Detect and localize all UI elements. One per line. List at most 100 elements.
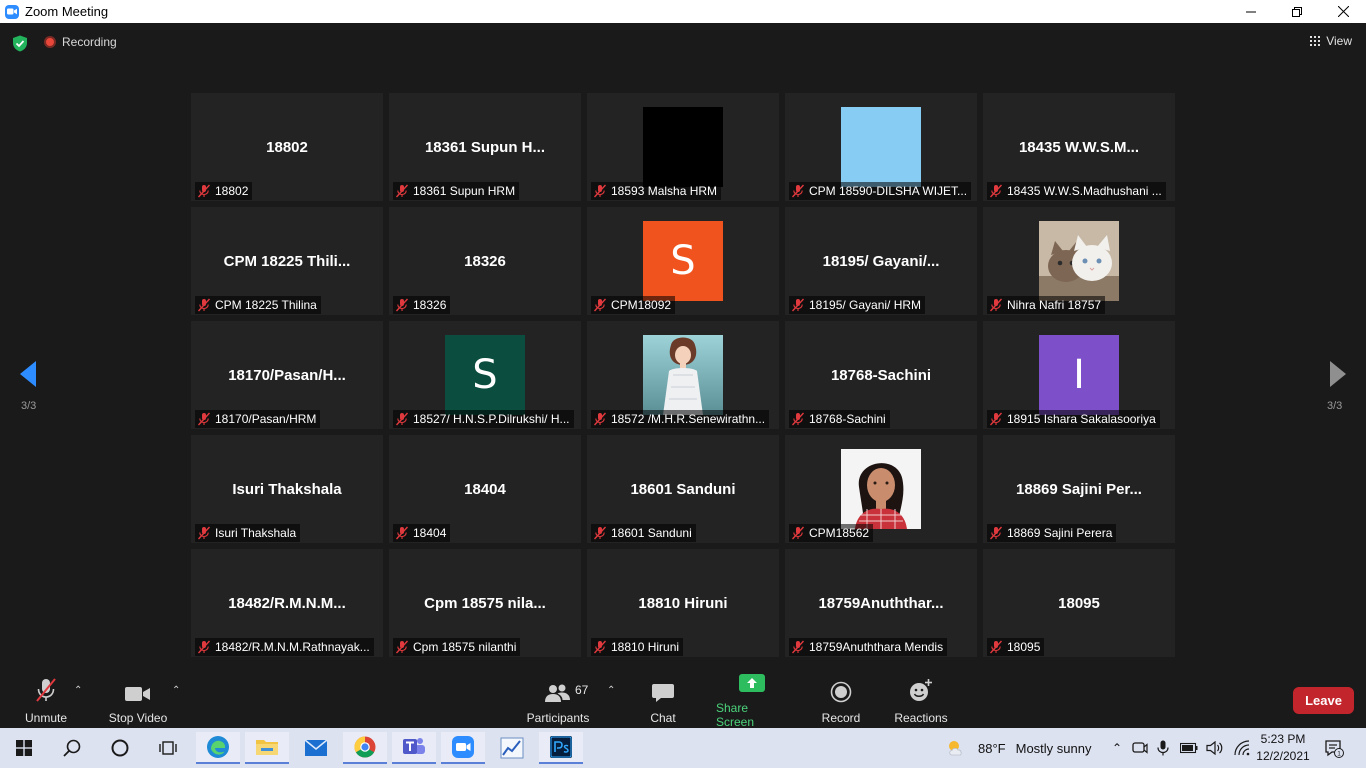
participant-name-label: 18915 Ishara Sakalasooriya bbox=[987, 410, 1160, 428]
taskbar-file-explorer[interactable] bbox=[245, 732, 289, 764]
share-screen-button[interactable]: Share Screen bbox=[716, 673, 788, 729]
minimize-button[interactable] bbox=[1228, 0, 1274, 23]
participant-tile[interactable]: Nihra Nafri 18757 bbox=[983, 207, 1175, 315]
muted-mic-icon bbox=[197, 184, 211, 198]
battery-icon[interactable] bbox=[1180, 742, 1198, 754]
participant-tile[interactable]: S 18527/ H.N.S.P.Dilrukshi/ H... bbox=[389, 321, 581, 429]
participants-options-caret-icon[interactable]: ⌃ bbox=[607, 685, 615, 696]
show-hidden-icons-chevron-icon[interactable]: ⌃ bbox=[1108, 741, 1126, 755]
view-button[interactable]: View bbox=[1310, 34, 1352, 48]
participant-tile[interactable]: 18095 18095 bbox=[983, 549, 1175, 657]
taskbar-edge[interactable] bbox=[196, 732, 240, 764]
reactions-button[interactable]: Reactions bbox=[894, 673, 948, 728]
start-button[interactable] bbox=[2, 732, 46, 764]
restore-button[interactable] bbox=[1274, 0, 1320, 23]
participant-tile[interactable]: CPM18562 bbox=[785, 435, 977, 543]
participant-tile[interactable]: CPM 18225 Thili... CPM 18225 Thilina bbox=[191, 207, 383, 315]
participant-name-label: 18527/ H.N.S.P.Dilrukshi/ H... bbox=[393, 410, 574, 428]
taskbar-teams[interactable] bbox=[392, 732, 436, 764]
participant-name-label: 18482/R.M.N.M.Rathnayak... bbox=[195, 638, 374, 656]
stop-video-button[interactable]: Stop Video bbox=[108, 673, 168, 728]
window-titlebar: Zoom Meeting bbox=[0, 0, 1366, 23]
participant-tile[interactable]: 18810 Hiruni 18810 Hiruni bbox=[587, 549, 779, 657]
participant-name: 18802 bbox=[215, 184, 249, 198]
audio-options-caret-icon[interactable]: ⌃ bbox=[74, 685, 82, 696]
participant-tile[interactable]: 18869 Sajini Per... 18869 Sajini Perera bbox=[983, 435, 1175, 543]
record-button[interactable]: Record bbox=[820, 673, 862, 728]
participant-tile[interactable]: Cpm 18575 nila... Cpm 18575 nilanthi bbox=[389, 549, 581, 657]
participant-avatar-kittens-photo bbox=[1039, 221, 1119, 301]
participant-name: 18195/ Gayani/ HRM bbox=[809, 298, 922, 312]
participants-button[interactable]: Participants bbox=[526, 673, 590, 728]
participant-tile[interactable]: 18435 W.W.S.M... 18435 W.W.S.Madhushani .… bbox=[983, 93, 1175, 201]
taskbar-mail[interactable] bbox=[294, 732, 338, 764]
meet-now-icon[interactable] bbox=[1132, 740, 1148, 756]
muted-mic-icon bbox=[593, 412, 607, 426]
muted-microphone-icon bbox=[36, 678, 56, 702]
participant-tile[interactable]: 18170/Pasan/H... 18170/Pasan/HRM bbox=[191, 321, 383, 429]
action-center-notification-icon[interactable]: 1 bbox=[1324, 738, 1344, 758]
view-label: View bbox=[1326, 34, 1352, 48]
taskbar-zoom[interactable] bbox=[441, 732, 485, 764]
recording-dot-icon bbox=[44, 36, 56, 48]
search-button[interactable] bbox=[50, 732, 94, 764]
participant-tile[interactable]: S CPM18092 bbox=[587, 207, 779, 315]
participant-tile[interactable]: 18572 /M.H.R.Senewirathn... bbox=[587, 321, 779, 429]
microphone-in-use-icon[interactable] bbox=[1156, 740, 1170, 756]
weather-widget[interactable]: 88°F Mostly sunny bbox=[946, 728, 1091, 768]
muted-mic-icon bbox=[989, 412, 1003, 426]
windows-logo-icon bbox=[16, 740, 32, 756]
edge-browser-icon bbox=[207, 736, 229, 758]
participant-name-label: 18572 /M.H.R.Senewirathn... bbox=[591, 410, 770, 428]
taskbar-clock[interactable]: 5:23 PM 12/2/2021 bbox=[1252, 731, 1314, 765]
leave-button[interactable]: Leave bbox=[1293, 687, 1354, 714]
cortana-button[interactable] bbox=[98, 732, 142, 764]
participant-avatar-letter: S bbox=[445, 335, 525, 415]
participant-name: 18593 Malsha HRM bbox=[611, 184, 718, 198]
participant-tile[interactable]: CPM 18590-DILSHA WIJET... bbox=[785, 93, 977, 201]
recording-indicator[interactable]: Recording bbox=[44, 35, 117, 49]
participant-tile[interactable]: 18759Anuththar... 18759Anuththara Mendis bbox=[785, 549, 977, 657]
participant-tile[interactable]: 18326 18326 bbox=[389, 207, 581, 315]
wifi-signal-icon[interactable] bbox=[1234, 740, 1250, 756]
video-options-caret-icon[interactable]: ⌃ bbox=[172, 685, 180, 696]
participant-tile[interactable]: Isuri Thakshala Isuri Thakshala bbox=[191, 435, 383, 543]
chat-button[interactable]: Chat bbox=[646, 673, 680, 728]
chat-icon bbox=[652, 684, 674, 702]
task-view-button[interactable] bbox=[146, 732, 190, 764]
muted-mic-icon bbox=[395, 526, 409, 540]
muted-mic-icon bbox=[593, 184, 607, 198]
folder-icon bbox=[256, 740, 278, 755]
participant-tile[interactable]: I 18915 Ishara Sakalasooriya bbox=[983, 321, 1175, 429]
participant-tile[interactable]: 18482/R.M.N.M... 18482/R.M.N.M.Rathnayak.… bbox=[191, 549, 383, 657]
participant-tile[interactable]: 18768-Sachini 18768-Sachini bbox=[785, 321, 977, 429]
video-gallery: 18802 18802 18361 Supun H... 18361 Supun HR… bbox=[191, 93, 1175, 657]
participant-name: 18482/R.M.N.M.Rathnayak... bbox=[215, 640, 370, 654]
previous-page-arrow-icon[interactable] bbox=[18, 360, 38, 388]
clock-date: 12/2/2021 bbox=[1256, 749, 1310, 763]
participant-tile[interactable]: 18195/ Gayani/... 18195/ Gayani/ HRM bbox=[785, 207, 977, 315]
participant-tile[interactable]: 18601 Sanduni 18601 Sanduni bbox=[587, 435, 779, 543]
participant-tile[interactable]: 18404 18404 bbox=[389, 435, 581, 543]
close-button[interactable] bbox=[1320, 0, 1366, 23]
speaker-volume-icon[interactable] bbox=[1206, 740, 1224, 756]
participant-name: 18768-Sachini bbox=[809, 412, 886, 426]
participant-tile[interactable]: 18593 Malsha HRM bbox=[587, 93, 779, 201]
participant-tile[interactable]: 18361 Supun H... 18361 Supun HRM bbox=[389, 93, 581, 201]
participant-name-label: 18802 bbox=[195, 182, 253, 200]
taskbar-photoshop[interactable] bbox=[539, 732, 583, 764]
taskbar-chart-app[interactable] bbox=[490, 732, 534, 764]
participant-name-label: CPM18562 bbox=[789, 524, 874, 542]
taskbar-chrome[interactable] bbox=[343, 732, 387, 764]
participant-name: CPM 18590-DILSHA WIJET... bbox=[809, 184, 968, 198]
participant-avatar-letter: I bbox=[1039, 335, 1119, 415]
record-icon bbox=[830, 681, 852, 703]
participant-tile[interactable]: 18802 18802 bbox=[191, 93, 383, 201]
unmute-button[interactable]: Unmute bbox=[24, 673, 68, 728]
muted-mic-icon bbox=[791, 526, 805, 540]
teams-icon bbox=[403, 738, 425, 754]
encryption-shield-icon[interactable] bbox=[12, 35, 28, 52]
muted-mic-icon bbox=[989, 640, 1003, 654]
next-page-arrow-icon[interactable] bbox=[1328, 360, 1348, 388]
video-camera-icon bbox=[125, 687, 150, 701]
